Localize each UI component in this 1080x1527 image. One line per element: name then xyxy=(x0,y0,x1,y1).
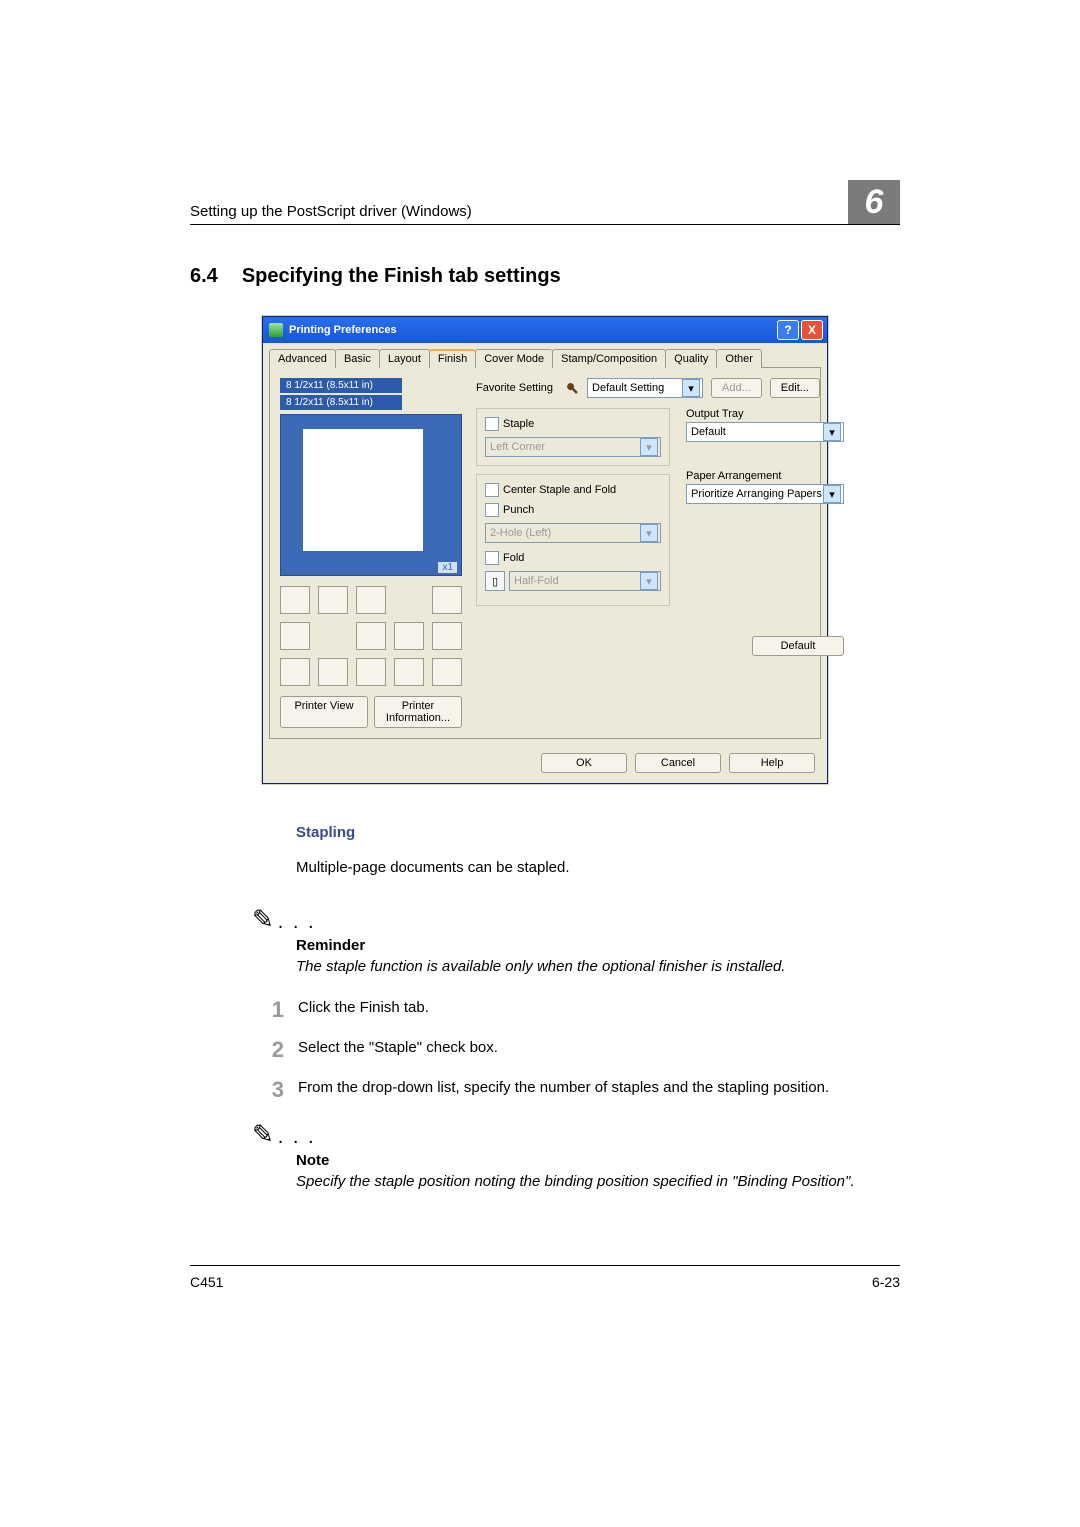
finish-icon-2[interactable] xyxy=(318,586,348,614)
finish-icon-9[interactable] xyxy=(280,658,310,686)
tab-stamp[interactable]: Stamp/Composition xyxy=(552,349,666,368)
paper-size-label: 8 1/2x11 (8.5x11 in) xyxy=(280,378,402,393)
tab-quality[interactable]: Quality xyxy=(665,349,717,368)
output-tray-label: Output Tray xyxy=(686,408,844,420)
center-staple-checkbox[interactable] xyxy=(485,483,499,497)
step-number-1: 1 xyxy=(252,999,298,1021)
fold-checkbox[interactable] xyxy=(485,551,499,565)
finish-icon-7[interactable] xyxy=(394,622,424,650)
step-number-3: 3 xyxy=(252,1079,298,1101)
chevron-down-icon: ▾ xyxy=(640,572,658,590)
staple-group: Staple Left Corner ▾ xyxy=(476,408,670,466)
paper-size-label-2: 8 1/2x11 (8.5x11 in) xyxy=(280,395,402,410)
fold-type-value: Half-Fold xyxy=(514,575,559,587)
section-title: Specifying the Finish tab settings xyxy=(242,265,561,287)
punch-checkbox[interactable] xyxy=(485,503,499,517)
page-preview: x1 xyxy=(280,414,462,576)
tab-basic[interactable]: Basic xyxy=(335,349,380,368)
finish-icon-10[interactable] xyxy=(318,658,348,686)
center-staple-label: Center Staple and Fold xyxy=(503,484,616,496)
finish-icon-13[interactable] xyxy=(432,658,462,686)
dialog-title: Printing Preferences xyxy=(289,324,775,336)
edit-favorite-button[interactable]: Edit... xyxy=(770,378,820,398)
step-text-2: Select the "Staple" check box. xyxy=(298,1039,498,1061)
stapling-description: Multiple-page documents can be stapled. xyxy=(296,859,900,876)
stapling-heading: Stapling xyxy=(296,824,900,841)
printer-information-button[interactable]: Printer Information... xyxy=(374,696,462,728)
default-button[interactable]: Default xyxy=(752,636,844,656)
help-window-button[interactable]: ? xyxy=(777,320,799,340)
paper-arrangement-select[interactable]: Prioritize Arranging Papers ▾ xyxy=(686,484,844,504)
tab-layout[interactable]: Layout xyxy=(379,349,430,368)
step-text-1: Click the Finish tab. xyxy=(298,999,429,1021)
note-icon: ✎. . . xyxy=(252,1119,900,1150)
punch-holes-select[interactable]: 2-Hole (Left) ▾ xyxy=(485,523,661,543)
running-header: Setting up the PostScript driver (Window… xyxy=(190,203,472,220)
punch-holes-value: 2-Hole (Left) xyxy=(490,527,551,539)
add-favorite-button[interactable]: Add... xyxy=(711,378,762,398)
printer-view-button[interactable]: Printer View xyxy=(280,696,368,728)
staple-label: Staple xyxy=(503,418,534,430)
staple-checkbox[interactable] xyxy=(485,417,499,431)
fold-label: Fold xyxy=(503,552,524,564)
tab-other[interactable]: Other xyxy=(716,349,762,368)
favorite-setting-value: Default Setting xyxy=(592,382,664,394)
punch-label: Punch xyxy=(503,504,534,516)
footer-model: C451 xyxy=(190,1274,223,1290)
chevron-down-icon: ▾ xyxy=(823,485,841,503)
chevron-down-icon: ▾ xyxy=(640,438,658,456)
staple-position-value: Left Corner xyxy=(490,441,545,453)
close-window-button[interactable]: X xyxy=(801,320,823,340)
cancel-button[interactable]: Cancel xyxy=(635,753,721,773)
fold-preview-icon: ▯ xyxy=(485,571,505,591)
paper-arrangement-value: Prioritize Arranging Papers xyxy=(691,488,822,500)
tab-advanced[interactable]: Advanced xyxy=(269,349,336,368)
finish-icon-4[interactable] xyxy=(432,586,462,614)
paper-arrangement-label: Paper Arrangement xyxy=(686,470,844,482)
printing-preferences-dialog: Printing Preferences ? X Advanced Basic … xyxy=(262,316,828,784)
finish-icon-11[interactable] xyxy=(356,658,386,686)
finish-icon-3[interactable] xyxy=(356,586,386,614)
fold-type-select[interactable]: Half-Fold ▾ xyxy=(509,571,661,591)
favorite-setting-label: Favorite Setting xyxy=(476,382,553,394)
note-title: Note xyxy=(296,1152,900,1169)
tab-finish[interactable]: Finish xyxy=(429,349,476,368)
section-number: 6.4 xyxy=(190,265,218,287)
app-icon xyxy=(269,323,283,337)
note-body: Specify the staple position noting the b… xyxy=(296,1173,900,1190)
finish-icon-5[interactable] xyxy=(280,622,310,650)
finish-icon-12[interactable] xyxy=(394,658,424,686)
footer-page-number: 6-23 xyxy=(872,1274,900,1290)
chevron-down-icon: ▾ xyxy=(823,423,841,441)
wrench-icon xyxy=(565,381,579,395)
reminder-icon: ✎. . . xyxy=(252,904,900,935)
chevron-down-icon: ▾ xyxy=(682,379,700,397)
chevron-down-icon: ▾ xyxy=(640,524,658,542)
finish-icon-8[interactable] xyxy=(432,622,462,650)
finish-icon-6[interactable] xyxy=(356,622,386,650)
reminder-body: The staple function is available only wh… xyxy=(296,958,900,975)
help-button[interactable]: Help xyxy=(729,753,815,773)
favorite-setting-select[interactable]: Default Setting ▾ xyxy=(587,378,703,398)
reminder-title: Reminder xyxy=(296,937,900,954)
tab-cover-mode[interactable]: Cover Mode xyxy=(475,349,553,368)
output-tray-select[interactable]: Default ▾ xyxy=(686,422,844,442)
staple-position-select[interactable]: Left Corner ▾ xyxy=(485,437,661,457)
zoom-label: x1 xyxy=(438,562,457,573)
finish-icon-1[interactable] xyxy=(280,586,310,614)
step-text-3: From the drop-down list, specify the num… xyxy=(298,1079,829,1101)
punch-fold-group: Center Staple and Fold Punch 2-Hole (Lef… xyxy=(476,474,670,606)
step-number-2: 2 xyxy=(252,1039,298,1061)
chapter-badge: 6 xyxy=(848,180,900,224)
output-tray-value: Default xyxy=(691,426,726,438)
ok-button[interactable]: OK xyxy=(541,753,627,773)
